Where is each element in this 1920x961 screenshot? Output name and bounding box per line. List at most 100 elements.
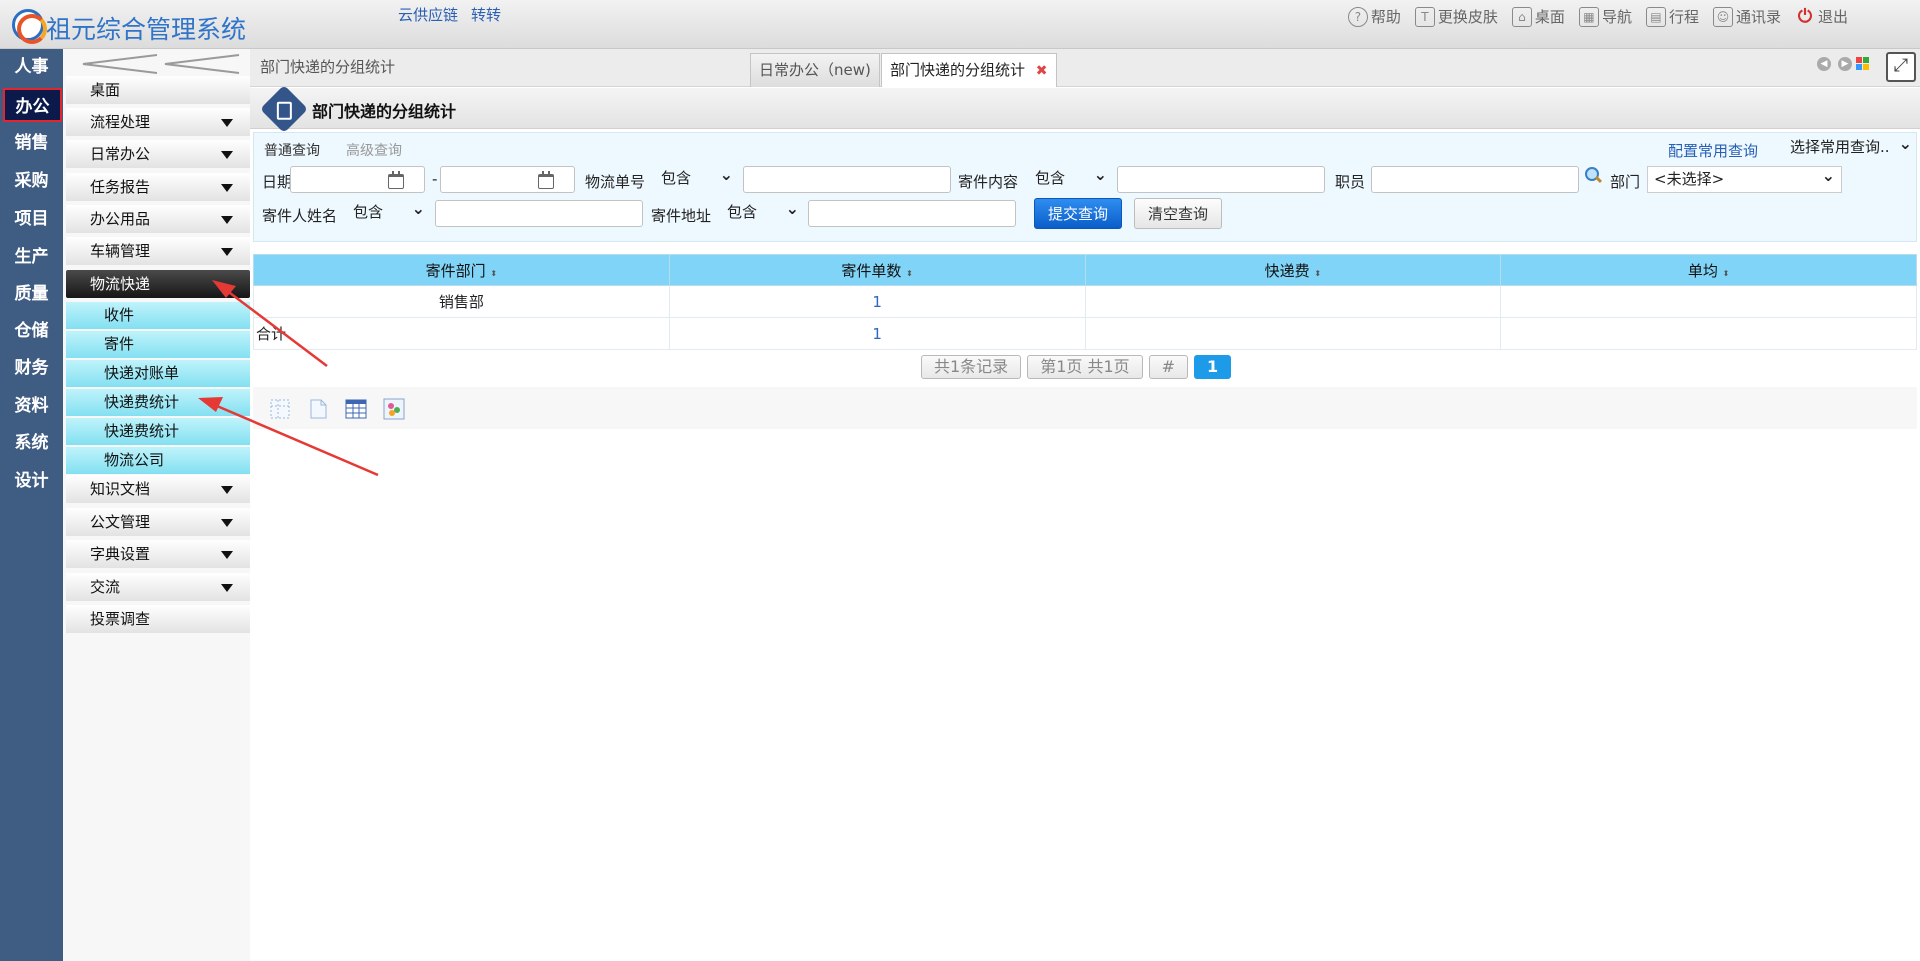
pager-current-page[interactable]: 1 — [1194, 355, 1232, 379]
sender-name-input[interactable] — [435, 200, 643, 227]
top-help-label: 帮助 — [1370, 8, 1401, 26]
sub-menu: 桌面 流程处理 日常办公 任务报告 办公用品 车辆管理 物流快递 收件 寄件 快… — [63, 49, 250, 961]
top-schedule[interactable]: ▤ 行程 — [1645, 6, 1699, 27]
col-count[interactable]: 寄件单数 ⬍ — [668, 254, 1086, 286]
tab-list-icon[interactable] — [1856, 57, 1870, 71]
category-system[interactable]: 系统 — [0, 426, 63, 460]
result-table: 寄件部门 ⬍ 寄件单数 ⬍ 快递费 ⬍ 单均 ⬍ 销售部 1 合计 1 — [253, 254, 1917, 350]
tracking-op-select[interactable]: 包含 — [655, 162, 739, 193]
scroll-right-icon[interactable]: ▶ — [1838, 57, 1852, 71]
date-from-field[interactable] — [290, 166, 425, 193]
chart-export-icon[interactable] — [383, 398, 405, 420]
calendar-icon[interactable] — [538, 171, 554, 189]
date-to-field[interactable] — [440, 166, 575, 193]
category-warehouse[interactable]: 仓储 — [0, 314, 63, 348]
cell-total-count[interactable]: 1 — [668, 317, 1086, 350]
clear-query-button[interactable]: 清空查询 — [1134, 198, 1222, 229]
sub-item-fee-stats-2[interactable]: 快递费统计 — [66, 418, 250, 445]
menu-item-logistics[interactable]: 物流快递 — [66, 270, 250, 298]
col-dept[interactable]: 寄件部门 ⬍ — [253, 254, 670, 286]
pager-jump-button[interactable]: # — [1148, 355, 1189, 379]
category-documents[interactable]: 资料 — [0, 389, 63, 423]
category-quality[interactable]: 质量 — [0, 277, 63, 311]
collapse-chevrons-icon[interactable] — [73, 52, 243, 76]
col-average[interactable]: 单均 ⬍ — [1500, 254, 1917, 286]
menu-item-task-report[interactable]: 任务报告 — [66, 173, 250, 201]
top-skin[interactable]: T 更换皮肤 — [1414, 6, 1498, 27]
top-nav[interactable]: ▦ 导航 — [1578, 6, 1632, 27]
cell-average — [1500, 285, 1917, 318]
scroll-left-icon[interactable]: ◀ — [1817, 57, 1831, 71]
sender-name-label: 寄件人姓名 — [262, 207, 338, 225]
address-input[interactable] — [808, 200, 1016, 227]
content-op-select[interactable]: 包含 — [1029, 162, 1113, 193]
caret-down-icon — [221, 151, 233, 159]
top-link-transfer[interactable]: 转转 — [471, 4, 501, 25]
menu-item-label: 字典设置 — [90, 545, 151, 563]
menu-item-office-supplies[interactable]: 办公用品 — [66, 205, 250, 233]
menu-item-knowledge[interactable]: 知识文档 — [66, 475, 250, 503]
menu-item-communication[interactable]: 交流 — [66, 573, 250, 601]
document-icon[interactable] — [307, 398, 329, 420]
sender-op-select[interactable]: 包含 — [347, 196, 431, 227]
sub-item-receive[interactable]: 收件 — [66, 302, 250, 329]
page-title: 部门快递的分组统计 — [312, 102, 457, 121]
tracking-no-input[interactable] — [743, 166, 951, 193]
sub-item-statement[interactable]: 快递对账单 — [66, 360, 250, 387]
cell-total-fee — [1084, 317, 1502, 350]
submit-query-button[interactable]: 提交查询 — [1034, 198, 1122, 229]
cell-count[interactable]: 1 — [668, 285, 1086, 318]
top-nav-label: 导航 — [1601, 8, 1632, 26]
tab-dept-express-stats[interactable]: 部门快递的分组统计 ✖ — [881, 53, 1057, 87]
fullscreen-icon[interactable]: ⤢ — [1886, 52, 1916, 82]
top-schedule-label: 行程 — [1668, 8, 1699, 26]
menu-item-daily-office[interactable]: 日常办公 — [66, 140, 250, 168]
menu-item-documents[interactable]: 公文管理 — [66, 508, 250, 536]
tab-daily-office[interactable]: 日常办公（new) — [750, 53, 880, 87]
menu-item-label: 知识文档 — [90, 480, 151, 498]
category-purchase[interactable]: 采购 — [0, 164, 63, 198]
spreadsheet-icon[interactable] — [345, 398, 367, 420]
table-dotted-icon[interactable] — [269, 398, 291, 420]
tab-normal-query[interactable]: 普通查询 — [264, 140, 320, 160]
address-op-select[interactable]: 包含 — [721, 196, 805, 227]
category-sales[interactable]: 销售 — [0, 126, 63, 160]
top-link-supply-chain[interactable]: 云供应链 — [398, 4, 458, 25]
category-project[interactable]: 项目 — [0, 202, 63, 236]
menu-item-vehicles[interactable]: 车辆管理 — [66, 237, 250, 265]
staff-input[interactable] — [1371, 166, 1579, 193]
caret-down-icon — [221, 119, 233, 127]
calendar-icon[interactable] — [388, 171, 404, 189]
close-icon[interactable]: ✖ — [1036, 63, 1048, 79]
category-design[interactable]: 设计 — [0, 464, 63, 498]
top-bar: 祖元综合管理系统 云供应链 转转 ? 帮助 T 更换皮肤 ⌂ 桌面 ▦ 导航 ▤… — [0, 0, 1920, 49]
saved-query-select[interactable]: 选择常用查询.. — [1784, 131, 1918, 162]
tab-label: 日常办公（new) — [759, 61, 871, 79]
search-icon[interactable] — [1585, 167, 1601, 183]
table-total-row: 合计 1 — [253, 317, 1917, 350]
content-input[interactable] — [1117, 166, 1325, 193]
menu-item-desktop[interactable]: 桌面 — [66, 76, 250, 104]
col-fee[interactable]: 快递费 ⬍ — [1084, 254, 1502, 286]
staff-label: 职员 — [1335, 173, 1366, 191]
top-contacts[interactable]: ☺ 通讯录 — [1712, 6, 1781, 27]
top-desktop[interactable]: ⌂ 桌面 — [1511, 6, 1565, 27]
config-query-link[interactable]: 配置常用查询 — [1668, 140, 1758, 161]
dept-select[interactable]: <未选择> — [1647, 163, 1842, 193]
export-toolbar — [253, 387, 1917, 429]
top-help[interactable]: ? 帮助 — [1347, 6, 1401, 27]
menu-item-dictionary[interactable]: 字典设置 — [66, 540, 250, 568]
category-finance[interactable]: 财务 — [0, 351, 63, 385]
sub-item-fee-stats[interactable]: 快递费统计 — [66, 389, 250, 416]
caret-down-icon — [221, 551, 233, 559]
tab-label: 部门快递的分组统计 — [890, 61, 1026, 79]
menu-item-vote[interactable]: 投票调查 — [66, 605, 250, 633]
category-production[interactable]: 生产 — [0, 240, 63, 274]
sub-item-logistics-company[interactable]: 物流公司 — [66, 447, 250, 474]
menu-item-workflow[interactable]: 流程处理 — [66, 108, 250, 136]
sub-item-send[interactable]: 寄件 — [66, 331, 250, 358]
category-office[interactable]: 办公 — [3, 88, 62, 122]
tab-advanced-query[interactable]: 高级查询 — [346, 140, 402, 160]
category-hr[interactable]: 人事 — [0, 50, 63, 84]
top-logout[interactable]: ⏻ 退出 — [1795, 6, 1848, 27]
